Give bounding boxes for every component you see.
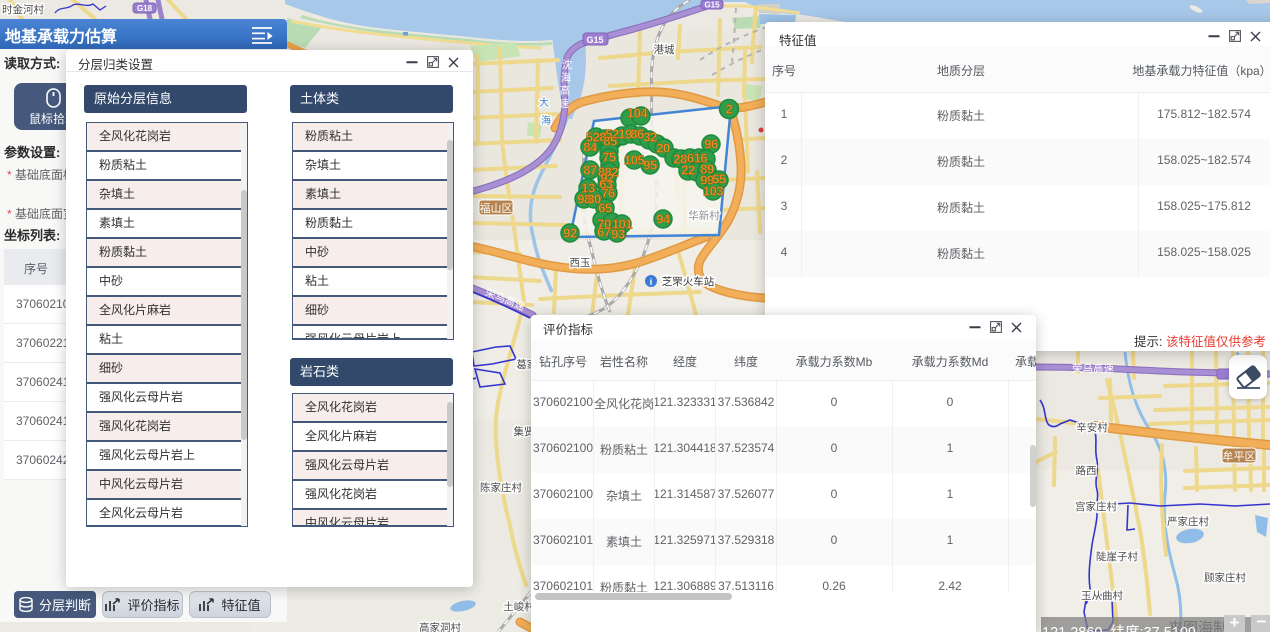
svg-text:20: 20: [656, 141, 670, 156]
svg-text:103: 103: [703, 184, 723, 199]
svg-text:96: 96: [704, 137, 718, 152]
svg-text:87: 87: [583, 163, 597, 178]
svg-text:荣乌高速: 荣乌高速: [1072, 362, 1114, 375]
svg-text:76: 76: [601, 186, 615, 201]
svg-text:75: 75: [602, 150, 616, 165]
svg-text:路西: 路西: [1076, 464, 1097, 477]
svg-text:65: 65: [598, 201, 612, 216]
svg-text:时金河村: 时金河村: [2, 3, 44, 16]
svg-text:牟平区: 牟平区: [1223, 449, 1256, 463]
svg-text:G15: G15: [704, 1, 720, 10]
svg-text:105: 105: [624, 153, 644, 168]
svg-text:i: i: [650, 277, 653, 287]
svg-text:93: 93: [611, 227, 625, 242]
svg-text:港城: 港城: [654, 44, 675, 56]
svg-text:94: 94: [656, 212, 671, 227]
svg-text:32: 32: [643, 130, 657, 145]
svg-text:2: 2: [726, 102, 733, 117]
svg-text:95: 95: [643, 158, 657, 173]
svg-text:辛安村: 辛安村: [1076, 421, 1108, 434]
svg-text:海: 海: [541, 114, 551, 127]
svg-text:104: 104: [627, 106, 648, 121]
svg-text:顾家庄村: 顾家庄村: [1204, 571, 1246, 584]
svg-text:海: 海: [561, 71, 572, 84]
svg-text:速: 速: [559, 98, 570, 110]
svg-text:G15: G15: [586, 35, 603, 45]
svg-text:高: 高: [560, 84, 571, 97]
svg-text:92: 92: [563, 226, 577, 241]
svg-text:陡崖子村: 陡崖子村: [1096, 550, 1138, 563]
svg-text:85: 85: [603, 134, 617, 149]
svg-text:大: 大: [539, 96, 549, 109]
svg-text:华新村: 华新村: [688, 209, 720, 222]
svg-text:G18: G18: [137, 4, 153, 13]
svg-text:22: 22: [681, 163, 695, 178]
svg-text:84: 84: [583, 140, 598, 155]
svg-text:86: 86: [630, 127, 644, 142]
svg-text:王从曲村: 王从曲村: [1081, 589, 1123, 602]
svg-text:高家洞村: 高家洞村: [419, 621, 461, 632]
svg-text:陈家庄村: 陈家庄村: [480, 481, 522, 494]
svg-text:严家庄村: 严家庄村: [1167, 515, 1209, 528]
svg-text:67: 67: [597, 225, 611, 240]
svg-text:宫家庄村: 宫家庄村: [1075, 500, 1117, 513]
svg-text:福山区: 福山区: [480, 201, 513, 215]
svg-text:西玉: 西玉: [570, 257, 591, 269]
svg-text:芝罘火车站: 芝罘火车站: [662, 275, 715, 288]
svg-text:沈: 沈: [562, 58, 573, 71]
